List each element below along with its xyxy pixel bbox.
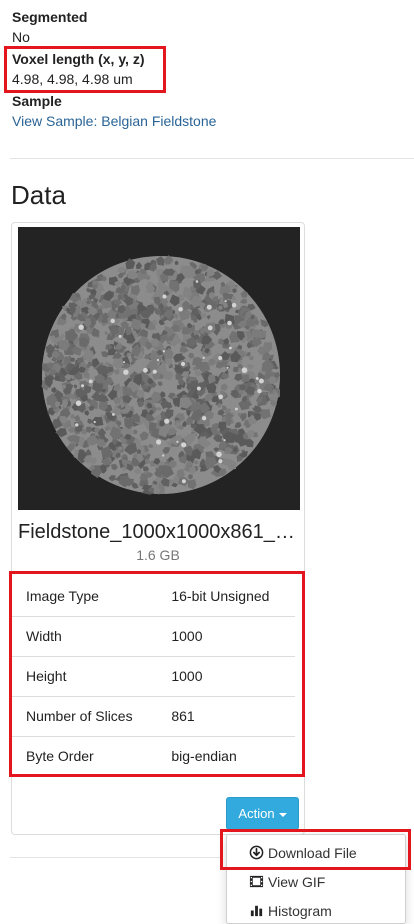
caret-down-icon — [278, 812, 287, 817]
bright-inclusion — [218, 356, 223, 360]
bright-inclusion — [162, 454, 165, 457]
download-highlight-box — [220, 829, 411, 870]
bright-inclusion — [227, 320, 232, 326]
bright-inclusion — [224, 300, 227, 303]
view-sample-link[interactable]: View Sample: Belgian Fieldstone — [12, 113, 216, 129]
bright-inclusion — [75, 400, 82, 406]
data-section-title: Data — [11, 180, 66, 210]
bright-inclusion — [255, 377, 259, 380]
bright-inclusion — [118, 334, 122, 338]
bright-inclusion — [162, 294, 167, 299]
bright-inclusion — [231, 302, 237, 308]
dataset-thumbnail[interactable] — [18, 227, 300, 510]
action-button-label: Action — [238, 806, 275, 821]
ct-slice-image — [18, 227, 300, 510]
bright-inclusion — [180, 361, 186, 367]
bright-inclusion — [152, 369, 157, 374]
segmented-label: Segmented — [12, 9, 88, 25]
bright-inclusion — [206, 304, 212, 310]
bright-inclusion — [164, 418, 170, 424]
bright-inclusion — [241, 367, 248, 373]
bright-inclusion — [112, 413, 115, 416]
bright-inclusion — [218, 459, 223, 464]
bright-inclusion — [75, 423, 79, 427]
bright-inclusion — [81, 384, 84, 388]
bright-inclusion — [110, 318, 115, 324]
sample-label: Sample — [12, 93, 62, 109]
voxel-length-highlight-box — [4, 46, 166, 93]
menu-item-label: Histogram — [268, 903, 332, 919]
menu-item-view-gif[interactable]: View GIF — [249, 871, 325, 893]
divider — [10, 857, 220, 858]
segmented-value: No — [12, 29, 30, 45]
bright-inclusion — [257, 388, 262, 394]
bright-inclusion — [196, 386, 201, 391]
bright-inclusion — [181, 442, 187, 448]
dataset-file-size: 1.6 GB — [136, 547, 180, 563]
bright-inclusion — [178, 307, 183, 312]
bright-inclusion — [229, 346, 232, 350]
bright-inclusion — [195, 280, 199, 283]
menu-item-label: View GIF — [268, 874, 326, 890]
bright-inclusion — [93, 420, 96, 424]
bright-inclusion — [143, 367, 148, 373]
divider — [10, 158, 414, 159]
film-icon — [249, 875, 264, 888]
bright-inclusion — [78, 324, 84, 330]
bright-inclusion — [123, 361, 126, 364]
bright-inclusion — [156, 439, 162, 445]
menu-item-histogram[interactable]: Histogram — [249, 900, 332, 922]
bright-inclusion — [202, 356, 205, 359]
bright-inclusion — [88, 379, 93, 384]
bright-inclusion — [218, 394, 223, 400]
bright-inclusion — [216, 451, 222, 458]
bright-inclusion — [258, 378, 264, 384]
bright-inclusion — [123, 369, 129, 375]
properties-highlight-box — [9, 571, 305, 777]
bright-inclusion — [201, 416, 207, 421]
bright-inclusion — [235, 407, 238, 411]
bright-inclusion — [156, 358, 159, 362]
action-dropdown-button[interactable]: Action — [226, 797, 299, 830]
bright-inclusion — [226, 366, 229, 369]
bright-inclusion — [223, 439, 226, 442]
bright-inclusion — [176, 440, 179, 443]
bright-inclusion — [162, 350, 165, 353]
bright-inclusion — [207, 325, 213, 331]
dataset-filename[interactable]: Fieldstone_1000x1000x861_16b.raw — [18, 519, 300, 545]
bright-inclusion — [181, 479, 186, 484]
